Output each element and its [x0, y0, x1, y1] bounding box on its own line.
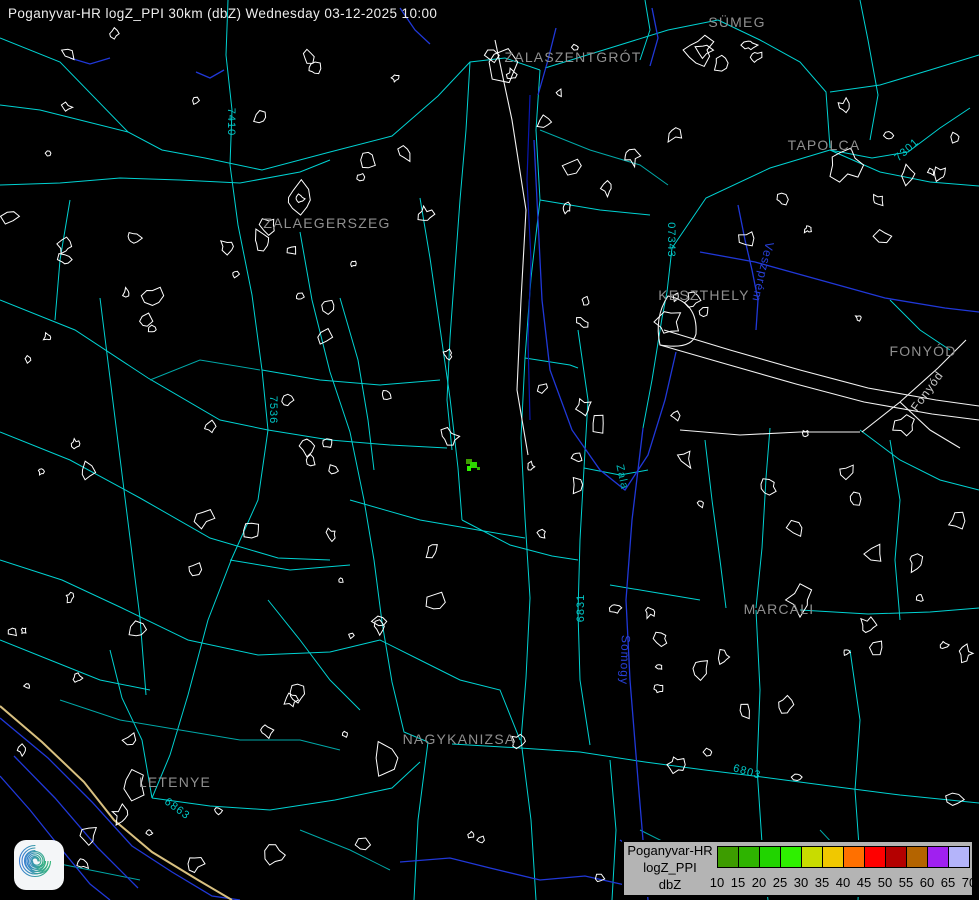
legend-swatch: [865, 847, 885, 867]
legend-swatch: [928, 847, 948, 867]
city-label-marcali: MARCALI: [744, 601, 815, 617]
road-label-07343: 07343: [665, 222, 677, 258]
legend-tick: 45: [857, 875, 871, 890]
legend-tick: 10: [710, 875, 724, 890]
city-label-fonyod: FONYÓD: [889, 343, 956, 359]
radar-echo: [466, 459, 480, 471]
county-label-somogy: Somogy: [617, 635, 633, 685]
road-label-7536: 7536: [267, 396, 279, 424]
colorbar-legend: Poganyvar-HR logZ_PPI dbZ 10 15 20 25 30…: [622, 840, 974, 897]
legend-swatch: [718, 847, 738, 867]
legend-site-name: Poganyvar-HR: [624, 843, 716, 859]
legend-swatch: [886, 847, 906, 867]
city-label-keszthely: KESZTHELY: [658, 287, 749, 303]
city-label-letenye: LETENYE: [139, 774, 211, 790]
city-label-zalaszentgrot: ZALASZENTGRÓT: [505, 49, 642, 65]
legend-swatch: [739, 847, 759, 867]
legend-swatch: [844, 847, 864, 867]
settlement-outlines: [1, 28, 974, 882]
road-label-7410: 7410: [225, 108, 237, 136]
city-label-nagykanizsa: NAGYKANIZSA: [403, 731, 516, 747]
map-canvas: [0, 0, 979, 900]
legend-tick: 55: [899, 875, 913, 890]
legend-swatch: [823, 847, 843, 867]
legend-tick: 25: [773, 875, 787, 890]
radar-spiral-logo-icon: [14, 840, 64, 890]
road-label-6831: 6831: [575, 594, 587, 622]
radar-title: Poganyvar-HR logZ_PPI 30km (dbZ) Wednesd…: [8, 6, 437, 21]
city-label-sumeg: SÜMEG: [708, 14, 765, 30]
road-network: [0, 0, 979, 900]
legend-tick: 65: [941, 875, 955, 890]
legend-swatch: [802, 847, 822, 867]
legend-swatch: [781, 847, 801, 867]
legend-swatch: [907, 847, 927, 867]
legend-swatch: [760, 847, 780, 867]
legend-tick: 35: [815, 875, 829, 890]
lakeshore-and-main-roads: [495, 40, 979, 455]
city-label-zalaegerszeg: ZALAEGERSZEG: [263, 215, 390, 231]
legend-tick: 15: [731, 875, 745, 890]
legend-color-swatches: [717, 846, 970, 868]
radar-map-screen: Poganyvar-HR logZ_PPI 30km (dbZ) Wednesd…: [0, 0, 979, 900]
legend-tick: 20: [752, 875, 766, 890]
legend-tick: 60: [920, 875, 934, 890]
legend-tick: 30: [794, 875, 808, 890]
legend-product-name: logZ_PPI: [624, 860, 716, 876]
legend-tick-labels: 10 15 20 25 30 35 40 45 50 55 60 65 70: [624, 875, 972, 893]
legend-tick: 50: [878, 875, 892, 890]
legend-swatch: [949, 847, 969, 867]
legend-tick: 40: [836, 875, 850, 890]
legend-tick: 70: [962, 875, 976, 890]
city-label-tapolca: TAPOLCA: [788, 137, 861, 153]
